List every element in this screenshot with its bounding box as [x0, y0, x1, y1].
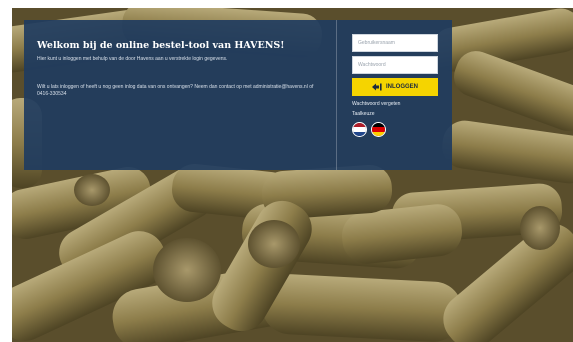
language-label: Taalkeuze	[352, 111, 375, 117]
intro-text: Hier kunt u inloggen met behulp van de d…	[37, 56, 228, 62]
flag-nl-icon[interactable]	[352, 122, 367, 137]
username-input[interactable]	[352, 34, 438, 52]
login-form: INLOGGEN Wachtwoord vergeten Taalkeuze	[348, 34, 442, 137]
login-arrow-icon	[371, 83, 382, 91]
language-selector	[352, 122, 442, 137]
login-button[interactable]: INLOGGEN	[352, 78, 438, 96]
panel-divider	[336, 20, 337, 170]
forgot-password-link[interactable]: Wachtwoord vergeten	[352, 101, 442, 107]
login-panel: Welkom bij de online bestel-tool van HAV…	[24, 20, 452, 170]
welcome-section: Welkom bij de online bestel-tool van HAV…	[24, 20, 336, 170]
password-input[interactable]	[352, 56, 438, 74]
flag-de-icon[interactable]	[371, 122, 386, 137]
login-button-label: INLOGGEN	[385, 84, 418, 90]
help-text: Wilt u lats inloggen of heeft u nog geen…	[37, 84, 314, 97]
page-title: Welkom bij de online bestel-tool van HAV…	[37, 40, 285, 51]
